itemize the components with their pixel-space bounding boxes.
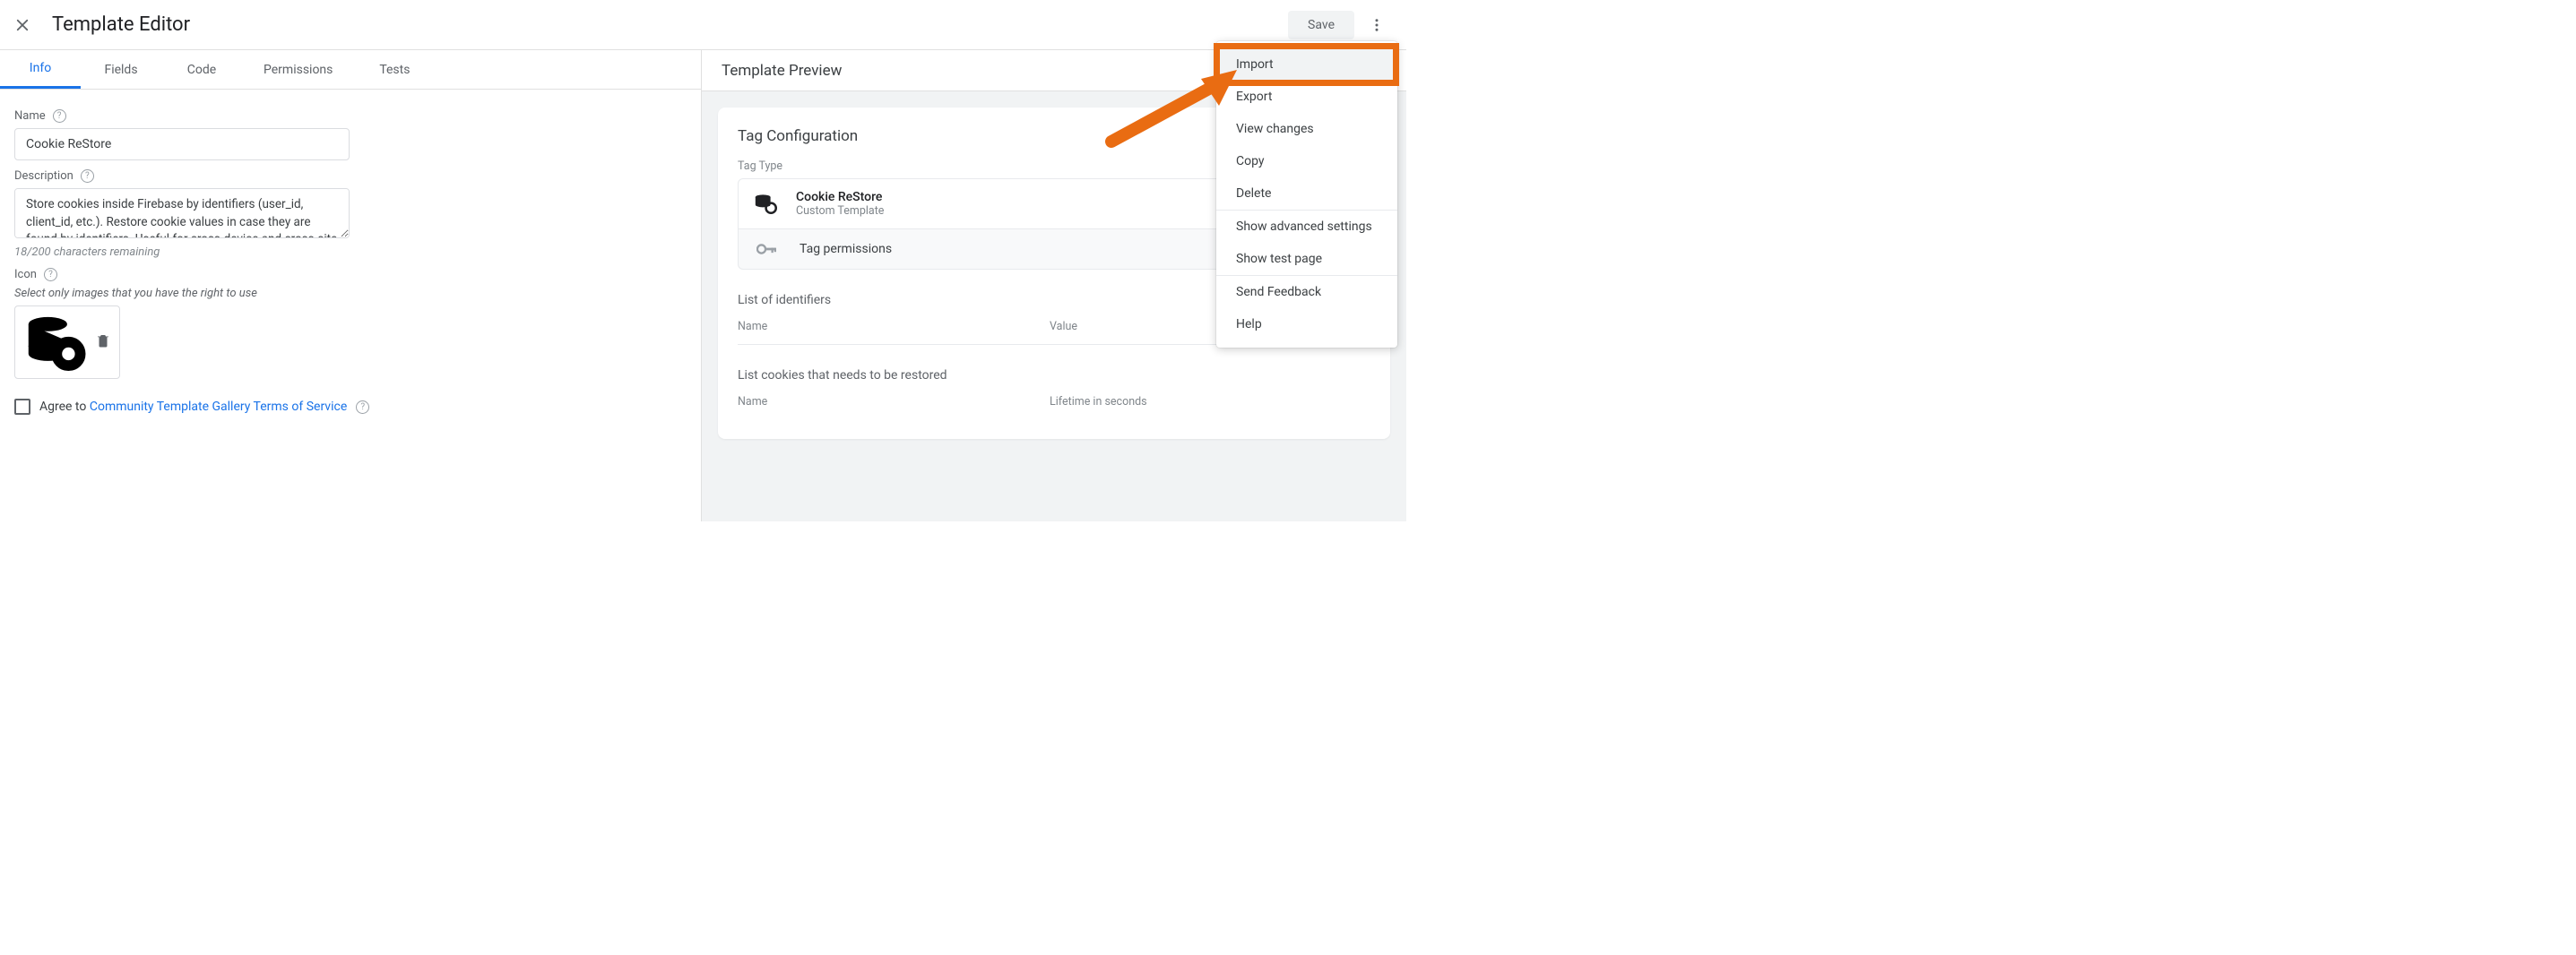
more-menu: Import Export View changes Copy Delete S… xyxy=(1216,41,1397,348)
template-icon xyxy=(23,310,88,374)
close-icon[interactable] xyxy=(14,17,30,33)
agree-checkbox[interactable] xyxy=(14,399,30,415)
col-lifetime: Lifetime in seconds xyxy=(1050,395,1147,409)
col-name: Name xyxy=(738,320,1050,333)
menu-import[interactable]: Import xyxy=(1216,48,1397,81)
page-title: Template Editor xyxy=(52,13,190,36)
description-textarea[interactable] xyxy=(14,188,350,238)
menu-delete[interactable]: Delete xyxy=(1216,177,1397,210)
icon-hint: Select only images that you have the rig… xyxy=(14,287,687,300)
menu-advanced-settings[interactable]: Show advanced settings xyxy=(1216,211,1397,243)
tab-info[interactable]: Info xyxy=(0,50,81,89)
menu-test-page[interactable]: Show test page xyxy=(1216,243,1397,275)
col-value: Value xyxy=(1050,320,1077,333)
tabs: Info Fields Code Permissions Tests xyxy=(0,50,701,90)
tab-code[interactable]: Code xyxy=(161,50,242,89)
menu-copy[interactable]: Copy xyxy=(1216,145,1397,177)
template-icon xyxy=(753,192,778,217)
help-icon[interactable]: ? xyxy=(44,268,57,281)
delete-icon[interactable] xyxy=(95,332,111,352)
icon-label: Icon xyxy=(14,268,37,281)
more-menu-icon[interactable] xyxy=(1361,10,1392,40)
help-icon[interactable]: ? xyxy=(356,400,369,414)
menu-export[interactable]: Export xyxy=(1216,81,1397,113)
agree-text: Agree to xyxy=(39,400,90,414)
tab-fields[interactable]: Fields xyxy=(81,50,161,89)
col-name: Name xyxy=(738,395,1050,409)
tab-tests[interactable]: Tests xyxy=(354,50,435,89)
section-cookies: List cookies that needs to be restored xyxy=(738,368,1370,383)
terms-link[interactable]: Community Template Gallery Terms of Serv… xyxy=(90,400,347,414)
menu-view-changes[interactable]: View changes xyxy=(1216,113,1397,145)
help-icon[interactable]: ? xyxy=(53,109,66,123)
template-name: Cookie ReStore xyxy=(796,190,884,204)
key-icon xyxy=(756,243,776,255)
menu-feedback[interactable]: Send Feedback xyxy=(1216,276,1397,308)
description-label: Description xyxy=(14,169,73,183)
permissions-label: Tag permissions xyxy=(800,242,892,256)
description-counter: 18/200 characters remaining xyxy=(14,245,687,259)
help-icon[interactable]: ? xyxy=(81,169,94,183)
name-label: Name xyxy=(14,109,46,123)
template-subtitle: Custom Template xyxy=(796,204,884,218)
save-button[interactable]: Save xyxy=(1288,11,1354,39)
name-input[interactable] xyxy=(14,128,350,160)
icon-preview[interactable] xyxy=(14,305,120,379)
header: Template Editor Save xyxy=(0,0,1406,50)
tab-permissions[interactable]: Permissions xyxy=(242,50,354,89)
menu-help[interactable]: Help xyxy=(1216,308,1397,340)
